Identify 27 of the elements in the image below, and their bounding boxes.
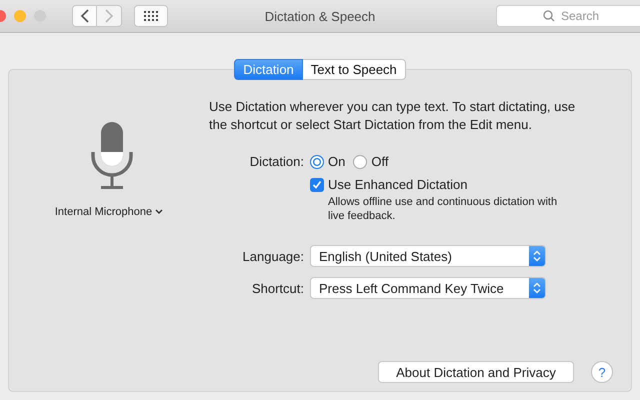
- enhanced-dictation-checkbox[interactable]: Use Enhanced Dictation: [310, 177, 568, 192]
- minimize-button[interactable]: [14, 10, 26, 22]
- chevron-down-icon: [155, 209, 164, 215]
- popup-menu[interactable]: Press Left Command Key Twice: [310, 277, 546, 299]
- enhanced-dictation-note: Allows offline use and continuous dictation with live feedback.: [328, 195, 558, 223]
- up-down-arrows-icon: [533, 282, 541, 294]
- microphone-dropdown[interactable]: Internal Microphone: [54, 206, 164, 218]
- up-down-arrows-icon: [533, 250, 541, 262]
- checkmark-icon: [312, 180, 322, 190]
- radio-option[interactable]: Off: [353, 154, 388, 169]
- show-all-button[interactable]: [134, 5, 168, 27]
- popup-label: Language:: [242, 248, 305, 264]
- popup-label: Shortcut:: [250, 280, 305, 296]
- radio-option[interactable]: On: [310, 154, 346, 169]
- popup-menu[interactable]: English (United States): [310, 245, 546, 267]
- about-button[interactable]: About Dictation and Privacy: [378, 361, 574, 383]
- help-button[interactable]: ?: [591, 361, 613, 383]
- search-field[interactable]: Search: [496, 5, 640, 27]
- chevron-left-icon: [80, 8, 90, 24]
- grid-icon: [144, 11, 158, 21]
- tab[interactable]: Text to Speech: [302, 59, 406, 80]
- back-button[interactable]: [72, 5, 97, 27]
- intro-text: Use Dictation wherever you can type text. To start dictating, use the shortcut or select Start Dictation from the Edit menu.: [209, 98, 576, 134]
- search-icon: [543, 10, 555, 22]
- window-title: Dictation & Speech: [264, 8, 376, 24]
- chevron-right-icon: [104, 8, 114, 24]
- dictation-label: Dictation:: [248, 154, 305, 169]
